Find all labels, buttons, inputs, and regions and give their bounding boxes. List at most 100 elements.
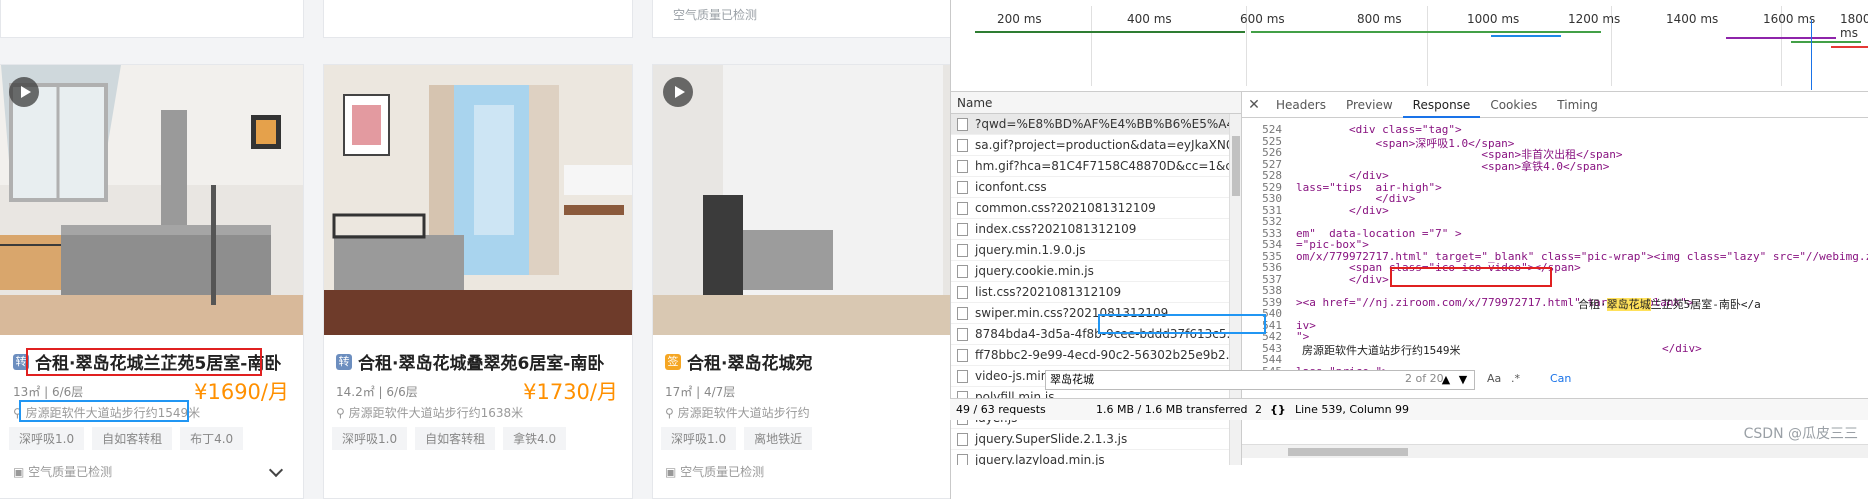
timeline-tick: 400 ms: [1127, 12, 1172, 26]
listing-card-top-stub: [323, 0, 633, 38]
file-icon: [957, 159, 968, 173]
search-previous-icon[interactable]: ▲: [1438, 370, 1454, 390]
file-icon: [957, 180, 968, 194]
code-line: </div>: [1296, 203, 1389, 217]
air-quality-text: 空气质量已检测: [673, 8, 758, 22]
status-transferred: 1.6 MB / 1.6 MB transferred: [1096, 403, 1248, 416]
regex-button[interactable]: .*: [1511, 372, 1520, 385]
bedroom-photo: [0, 65, 303, 335]
listing-card[interactable]: 转 合租·翠岛花城叠翠苑6居室-南卧 14.2㎡ | 6/6层 ¥1730/月 …: [323, 64, 633, 499]
match-prefix: 合租·: [1578, 297, 1607, 311]
sublet-badge: 转: [336, 353, 352, 370]
annotation-red-box: [1390, 267, 1552, 287]
listing-card-top-stub: 空气质量已检测: [652, 0, 950, 38]
listing-card[interactable]: 签 合租·翠岛花城宛 17㎡ | 4/7层 ⚲ 房源距软件大道站步行约 深呼吸1…: [652, 64, 950, 499]
request-name: list.css?2021081312109: [975, 284, 1122, 299]
listing-card-top-stub: [0, 0, 304, 38]
listing-card[interactable]: 转 合租·翠岛花城兰芷苑5居室-南卧 13㎡ | 6/6层 ¥1690/月 ⚲ …: [0, 64, 304, 499]
location-pin-icon: ⚲: [336, 406, 349, 420]
file-icon: [957, 201, 968, 215]
listing-tag: 深呼吸1.0: [661, 427, 737, 450]
request-row[interactable]: jquery.SuperSlide.2.1.3.js: [951, 429, 1229, 450]
sign-badge: 签: [665, 353, 681, 370]
listing-tags: 深呼吸1.0 自如客转租 拿铁4.0: [332, 427, 567, 450]
air-quality-row: ▣ 空气质量已检测: [13, 463, 112, 480]
response-code[interactable]: 524 <div class="tag"> 525 <span>深呼吸1.0</s…: [1242, 119, 1868, 439]
search-next-icon[interactable]: ▼: [1455, 370, 1471, 390]
close-icon[interactable]: ✕: [1242, 97, 1266, 113]
distance-text: 房源距软件大道站步行约1638米: [348, 406, 524, 420]
listing-title[interactable]: 合租·翠岛花城叠翠苑6居室-南卧: [358, 349, 604, 374]
cancel-button[interactable]: Can: [1550, 372, 1571, 385]
listing-price: ¥1730/月: [523, 380, 618, 404]
listing-price: ¥1690/月: [194, 380, 289, 404]
listing-title-row[interactable]: 签 合租·翠岛花城宛: [665, 349, 812, 374]
listing-page: 空气质量已检测 转 合租·翠岛花城兰芷苑5居室-南卧 13㎡ | 6/6层 ¥1…: [0, 0, 950, 499]
status-bar: 49 / 63 requests 1.6 MB / 1.6 MB transfe…: [950, 398, 1868, 420]
listing-photo[interactable]: [324, 65, 632, 335]
status-extra: 2: [1255, 403, 1262, 416]
request-name: sa.gif?project=production&data=eyJkaXN0a…: [975, 137, 1229, 152]
detail-tabs: ✕ Headers Preview Response Cookies Timin…: [1242, 92, 1868, 118]
timeline-bar: [1831, 46, 1868, 48]
name-column-header[interactable]: Name: [951, 92, 1241, 114]
network-timeline[interactable]: 200 ms 400 ms 600 ms 800 ms 1000 ms 1200…: [951, 0, 1868, 92]
request-row[interactable]: index.css?2021081312109: [951, 219, 1229, 240]
file-icon: [957, 369, 968, 383]
request-row[interactable]: jquery.lazyload.min.js: [951, 450, 1229, 465]
play-video-icon[interactable]: [9, 77, 39, 107]
timeline-tick: 1200 ms: [1568, 12, 1621, 26]
request-row[interactable]: hm.gif?hca=81C4F7158C48870D&cc=1&ck=1.: [951, 156, 1229, 177]
request-row[interactable]: jquery.min.1.9.0.js: [951, 240, 1229, 261]
listing-tag: 深呼吸1.0: [9, 427, 85, 450]
chevron-down-icon[interactable]: [268, 462, 284, 478]
request-row[interactable]: list.css?2021081312109: [951, 282, 1229, 303]
match-suffix: 兰芷苑5居室-南卧</a: [1650, 297, 1761, 311]
file-icon: [957, 432, 968, 446]
search-highlight: 翠岛花城: [1606, 297, 1651, 311]
timeline-bar: [1791, 41, 1861, 43]
timeline-gridline: [1427, 6, 1428, 86]
request-row[interactable]: iconfont.css: [951, 177, 1229, 198]
listing-title-row[interactable]: 转 合租·翠岛花城叠翠苑6居室-南卧: [336, 349, 604, 374]
tab-preview[interactable]: Preview: [1336, 92, 1403, 118]
listing-tag: 深呼吸1.0: [332, 427, 408, 450]
status-cursor-position: Line 539, Column 99: [1295, 403, 1410, 416]
listing-tags: 深呼吸1.0 离地铁近: [661, 427, 813, 450]
listing-photo[interactable]: [0, 65, 303, 335]
tab-timing[interactable]: Timing: [1547, 92, 1608, 118]
file-icon: [957, 117, 968, 131]
listing-tags: 深呼吸1.0 自如客转租 布丁4.0: [9, 427, 244, 450]
request-row[interactable]: common.css?2021081312109: [951, 198, 1229, 219]
tab-headers[interactable]: Headers: [1266, 92, 1336, 118]
timeline-tick: 1800 ms: [1840, 12, 1868, 40]
watermark: CSDN @瓜皮三三: [1743, 426, 1858, 442]
listing-title[interactable]: 合租·翠岛花城宛: [687, 349, 812, 374]
screenshot-root: 空气质量已检测 转 合租·翠岛花城兰芷苑5居室-南卧 13㎡ | 6/6层 ¥1…: [0, 0, 1868, 499]
request-row[interactable]: jquery.cookie.min.js: [951, 261, 1229, 282]
request-name: hm.gif?hca=81C4F7158C48870D&cc=1&ck=1.: [975, 158, 1229, 173]
status-requests: 49 / 63 requests: [956, 403, 1046, 416]
listing-distance: ⚲ 房源距软件大道站步行约1638米: [336, 404, 523, 421]
tab-response[interactable]: Response: [1402, 92, 1481, 118]
listing-photo[interactable]: [653, 65, 950, 335]
code-horizontal-scrollbar[interactable]: [1242, 444, 1868, 458]
timeline-gridline: [1091, 6, 1092, 86]
file-icon: [957, 327, 968, 341]
annotation-blue-box: [1098, 314, 1266, 334]
match-case-button[interactable]: Aa: [1487, 372, 1501, 385]
annotation-blue-box: [19, 400, 189, 422]
pretty-print-icon[interactable]: {}: [1270, 403, 1286, 416]
listing-meta: 17㎡ | 4/7层: [665, 385, 736, 399]
request-row[interactable]: ff78bbc2-9e99-4ecd-90c2-56302b25e9b2.jpg: [951, 345, 1229, 366]
tab-cookies[interactable]: Cookies: [1480, 92, 1547, 118]
request-row[interactable]: sa.gif?project=production&data=eyJkaXN0a…: [951, 135, 1229, 156]
play-video-icon[interactable]: [663, 77, 693, 107]
air-quality-text: 空气质量已检测: [28, 465, 113, 479]
scrollbar-thumb[interactable]: [1288, 448, 1408, 456]
air-quality-icon: ▣: [13, 465, 29, 479]
timeline-marker: [1811, 20, 1812, 90]
request-row[interactable]: ?qwd=%E8%BD%AF%E4%BB%B6%E5%A4%A7: [951, 114, 1229, 135]
scrollbar-thumb[interactable]: [1232, 136, 1240, 196]
request-name: index.css?2021081312109: [975, 221, 1137, 236]
